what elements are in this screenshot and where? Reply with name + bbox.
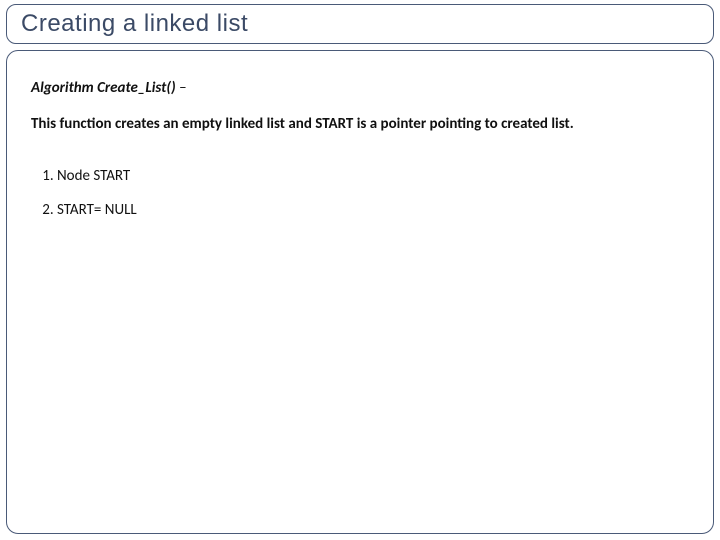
algorithm-steps: Node START START= NULL <box>31 167 689 219</box>
slide: Creating a linked list Algorithm Create_… <box>0 0 720 540</box>
content-container: Algorithm Create_List() – This function … <box>6 50 714 534</box>
algorithm-dash: – <box>176 79 187 97</box>
algorithm-name: Algorithm Create_List() <box>31 79 176 97</box>
algorithm-heading: Algorithm Create_List() – <box>31 79 689 97</box>
slide-title: Creating a linked list <box>21 10 248 38</box>
step-item: Node START <box>57 167 689 185</box>
step-item: START= NULL <box>57 201 689 219</box>
algorithm-description: This function creates an empty linked li… <box>31 115 689 135</box>
title-container: Creating a linked list <box>6 4 714 44</box>
